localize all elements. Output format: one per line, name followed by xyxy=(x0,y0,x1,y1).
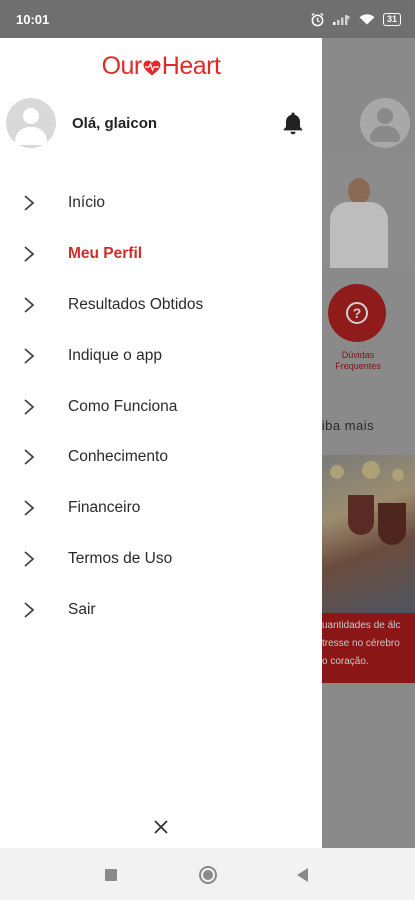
back-button[interactable] xyxy=(297,868,308,882)
chevron-right-icon xyxy=(24,602,35,618)
system-nav-bar xyxy=(0,848,415,900)
status-time: 10:01 xyxy=(16,11,50,27)
status-icons: x 31 xyxy=(310,12,401,27)
menu-item-inicio[interactable]: Início xyxy=(0,178,322,229)
menu-item-label: Resultados Obtidos xyxy=(68,295,204,313)
chevron-right-icon xyxy=(24,449,35,466)
news-line-3: o coração. xyxy=(322,656,369,667)
news-line-2: tresse no cérebro xyxy=(322,638,400,649)
wine-glasses-image xyxy=(322,455,415,613)
menu-item-sair[interactable]: Sair xyxy=(0,584,322,635)
menu-item-financeiro[interactable]: Financeiro xyxy=(0,483,322,534)
chevron-right-icon xyxy=(24,195,35,212)
menu-item-label: Indique o app xyxy=(68,346,162,364)
menu-item-label: Sair xyxy=(68,600,96,618)
menu-item-conhecimento[interactable]: Conhecimento xyxy=(0,432,322,483)
chevron-right-icon xyxy=(24,297,35,313)
menu-item-resultados-obtidos[interactable]: Resultados Obtidos xyxy=(0,280,322,331)
faq-label: Dúvidas Frequentes xyxy=(326,350,390,372)
signal-icon: x xyxy=(332,13,351,25)
bell-icon[interactable] xyxy=(281,110,305,136)
menu-item-termos-de-uso[interactable]: Termos de Uso xyxy=(0,534,322,585)
saiba-mais-heading: aiba mais xyxy=(322,418,375,433)
logo-text-part2: Heart xyxy=(161,52,221,80)
faq-label-line2: Frequentes xyxy=(335,361,381,371)
menu-item-label: Início xyxy=(68,194,106,212)
drawer-menu: Início Meu Perfil Resultados Obtidos Ind… xyxy=(0,178,322,635)
faq-button: ? xyxy=(328,284,386,342)
menu-item-label: Conhecimento xyxy=(68,448,168,466)
menu-item-como-funciona[interactable]: Como Funciona xyxy=(0,381,322,432)
menu-item-meu-perfil[interactable]: Meu Perfil xyxy=(0,229,322,280)
battery-icon: 31 xyxy=(382,12,401,26)
chevron-right-icon xyxy=(24,246,35,262)
background-app-content: ? Dúvidas Frequentes aiba mais uantidade… xyxy=(322,38,415,848)
menu-item-indique-o-app[interactable]: Indique o app xyxy=(0,330,322,381)
news-snippet: uantidades de álc tresse no cérebro o co… xyxy=(322,613,415,683)
news-line-1: uantidades de álc xyxy=(322,620,401,631)
question-icon: ? xyxy=(346,302,368,324)
menu-item-label: Meu Perfil xyxy=(68,245,143,263)
avatar[interactable] xyxy=(6,98,56,148)
faq-label-line1: Dúvidas xyxy=(341,350,375,360)
chevron-right-icon xyxy=(24,398,35,415)
heart-icon xyxy=(143,54,161,83)
background-avatar xyxy=(360,98,410,148)
svg-text:x: x xyxy=(347,15,350,21)
background-doctor-banner xyxy=(322,156,415,268)
menu-item-label: Financeiro xyxy=(68,499,141,517)
home-button[interactable] xyxy=(199,866,217,884)
logo-text-part1: Our xyxy=(101,52,143,80)
user-greeting: Olá, glaicon xyxy=(72,115,158,132)
chevron-right-icon xyxy=(24,500,35,516)
menu-item-label: Como Funciona xyxy=(68,397,178,415)
wifi-icon xyxy=(359,13,375,25)
chevron-right-icon xyxy=(24,348,35,364)
battery-level: 31 xyxy=(386,13,397,24)
menu-item-label: Termos de Uso xyxy=(68,549,173,567)
recent-apps-button[interactable] xyxy=(105,869,117,881)
status-bar: 10:01 x 31 xyxy=(0,0,415,38)
close-icon[interactable] xyxy=(150,816,172,838)
navigation-drawer: Our Heart Olá, glaicon Início Meu Perfil … xyxy=(0,38,322,848)
user-header: Olá, glaicon xyxy=(6,98,316,150)
doctor-illustration xyxy=(328,176,388,268)
alarm-icon xyxy=(310,12,325,27)
app-logo: Our Heart xyxy=(0,52,322,83)
chevron-right-icon xyxy=(24,551,35,567)
